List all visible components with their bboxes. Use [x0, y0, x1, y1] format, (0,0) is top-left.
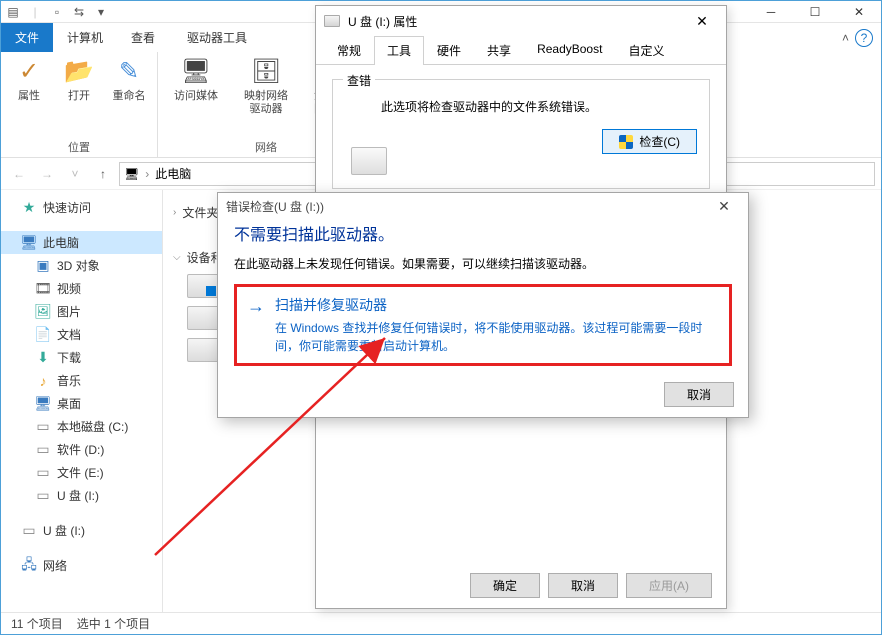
drive-icon: [187, 306, 219, 330]
nav-drive-i[interactable]: ▭U 盘 (I:): [1, 484, 162, 507]
status-selected: 选中 1 个项目: [77, 615, 150, 632]
app-icon: ▤: [5, 4, 21, 20]
close-button[interactable]: ✕: [708, 195, 740, 217]
cancel-button[interactable]: 取消: [548, 573, 618, 598]
help-icon[interactable]: ?: [855, 29, 873, 47]
status-bar: 11 个项目 选中 1 个项目: [1, 612, 881, 634]
ribbon-media[interactable]: 🖥访问媒体: [166, 56, 226, 103]
tab-general[interactable]: 常规: [324, 36, 374, 65]
ribbon-properties[interactable]: ✓属性: [9, 56, 49, 103]
option-description: 在 Windows 查找并修复任何错误时，将不能使用驱动器。该过程可能需要一段时…: [275, 319, 719, 355]
tab-custom[interactable]: 自定义: [615, 36, 677, 65]
nav-quick-access[interactable]: ★快速访问: [1, 196, 162, 219]
nav-3d[interactable]: ▣3D 对象: [1, 254, 162, 277]
ribbon-map-drive[interactable]: 🗄映射网络 驱动器: [236, 56, 296, 116]
pc-icon: 🖥: [124, 167, 139, 181]
option-title: 扫描并修复驱动器: [275, 295, 719, 315]
error-check-dialog: 错误检查(U 盘 (I:)) ✕ 不需要扫描此驱动器。 在此驱动器上未发现任何错…: [217, 192, 749, 418]
properties-titlebar: U 盘 (I:) 属性 ✕: [316, 6, 726, 36]
error-check-group: 查错 此选项将检查驱动器中的文件系统错误。 检查(C): [332, 79, 710, 189]
error-dialog-title: 错误检查(U 盘 (I:)): [226, 198, 708, 215]
ribbon-rename[interactable]: ✎重命名: [109, 56, 149, 103]
ribbon-group-location: ✓属性 📂打开 ✎重命名 位置: [1, 52, 158, 157]
check-button[interactable]: 检查(C): [602, 129, 697, 154]
tab-hardware[interactable]: 硬件: [424, 36, 474, 65]
ribbon-group-label: 位置: [9, 137, 149, 155]
tab-view[interactable]: 查看: [117, 23, 169, 52]
scan-repair-option[interactable]: → 扫描并修复驱动器 在 Windows 查找并修复任何错误时，将不能使用驱动器…: [234, 284, 732, 366]
fieldset-legend: 查错: [343, 72, 375, 89]
ok-button[interactable]: 确定: [470, 573, 540, 598]
nav-up[interactable]: ↑: [91, 162, 115, 186]
drive-icon: [187, 338, 219, 362]
nav-desktop[interactable]: 🖥桌面: [1, 392, 162, 415]
drive-icon: [187, 274, 219, 298]
nav-pictures[interactable]: 🖼图片: [1, 300, 162, 323]
properties-title: U 盘 (I:) 属性: [348, 13, 686, 30]
properties-tabs: 常规 工具 硬件 共享 ReadyBoost 自定义: [316, 36, 726, 65]
nav-downloads[interactable]: ⬇下载: [1, 346, 162, 369]
nav-recent[interactable]: ˅: [63, 162, 87, 186]
tab-file[interactable]: 文件: [1, 23, 53, 52]
error-dialog-titlebar: 错误检查(U 盘 (I:)) ✕: [218, 193, 748, 219]
qat-divider: |: [27, 4, 43, 20]
tab-readyboost[interactable]: ReadyBoost: [524, 36, 615, 65]
ribbon-collapse-icon[interactable]: ˄: [842, 31, 849, 45]
nav-drive-d[interactable]: ▭软件 (D:): [1, 438, 162, 461]
nav-documents[interactable]: 📄文档: [1, 323, 162, 346]
nav-network[interactable]: 🖧网络: [1, 554, 162, 577]
nav-drive-e[interactable]: ▭文件 (E:): [1, 461, 162, 484]
nav-drive-c[interactable]: ▭本地磁盘 (C:): [1, 415, 162, 438]
drive-icon: [351, 147, 387, 175]
close-button[interactable]: ✕: [837, 2, 881, 22]
tab-drive-tools[interactable]: 驱动器工具: [173, 23, 261, 52]
tab-sharing[interactable]: 共享: [474, 36, 524, 65]
minimize-button[interactable]: ─: [749, 2, 793, 22]
arrow-icon: →: [247, 297, 265, 315]
apply-button[interactable]: 应用(A): [626, 573, 712, 598]
nav-music[interactable]: ♪音乐: [1, 369, 162, 392]
qat-item[interactable]: ⇆: [71, 4, 87, 20]
nav-forward[interactable]: →: [35, 162, 59, 186]
error-message: 在此驱动器上未发现任何错误。如果需要，可以继续扫描该驱动器。: [234, 255, 732, 272]
nav-videos[interactable]: 🎞视频: [1, 277, 162, 300]
tab-tools[interactable]: 工具: [374, 36, 424, 65]
nav-back[interactable]: ←: [7, 162, 31, 186]
cancel-button[interactable]: 取消: [664, 382, 734, 407]
nav-this-pc[interactable]: 🖥此电脑: [1, 231, 162, 254]
nav-pane: ★快速访问 🖥此电脑 ▣3D 对象 🎞视频 🖼图片 📄文档 ⬇下载 ♪音乐 🖥桌…: [1, 190, 163, 612]
status-count: 11 个项目: [11, 615, 63, 632]
drive-icon: [324, 15, 340, 27]
qat-overflow[interactable]: ▾: [93, 4, 109, 20]
shield-icon: [619, 135, 633, 149]
qat-item[interactable]: ▫: [49, 4, 65, 20]
nav-udisk[interactable]: ▭U 盘 (I:): [1, 519, 162, 542]
maximize-button[interactable]: ☐: [793, 2, 837, 22]
address-text: 此电脑: [155, 165, 191, 182]
check-description: 此选项将检查驱动器中的文件系统错误。: [381, 98, 697, 115]
tab-computer[interactable]: 计算机: [53, 23, 117, 52]
error-heading: 不需要扫描此驱动器。: [234, 221, 732, 245]
close-button[interactable]: ✕: [686, 10, 718, 32]
ribbon-open[interactable]: 📂打开: [59, 56, 99, 103]
